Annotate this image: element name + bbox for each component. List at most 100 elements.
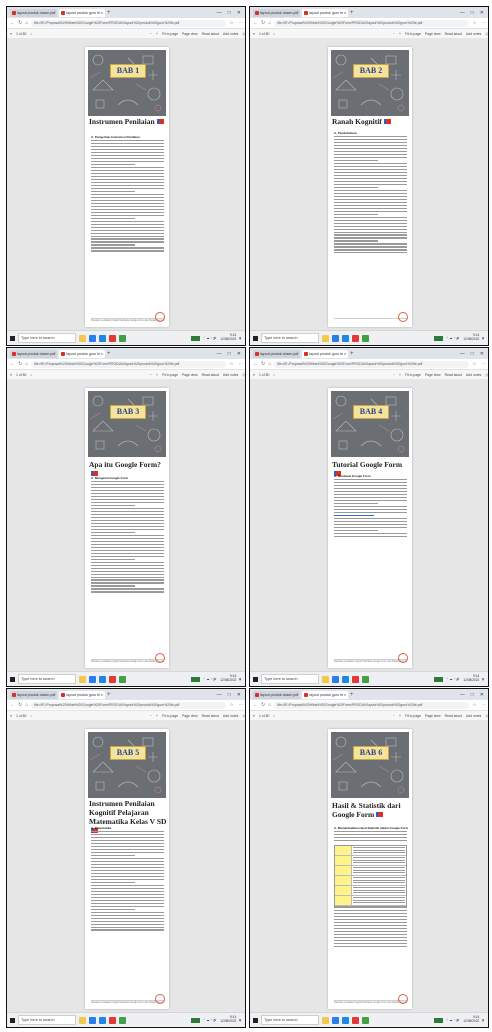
notification-icon[interactable]: ▮ (239, 336, 241, 340)
refresh-icon[interactable]: ↻ (18, 20, 22, 26)
notification-icon[interactable]: ▮ (239, 677, 241, 681)
print-icon[interactable]: ⎙ (242, 714, 245, 718)
tab-pdf-2[interactable]: layout produk guru fe x (59, 690, 105, 699)
page-indicator[interactable]: 1 of 80 (16, 714, 26, 718)
tray-icons[interactable]: ⌃ ☁ ◔ 🔊 (446, 677, 460, 681)
read-aloud-button[interactable]: Read aloud (445, 714, 462, 718)
home-icon[interactable]: ⌂ (25, 20, 28, 26)
app-icon[interactable] (119, 334, 126, 342)
back-icon[interactable]: ← (253, 361, 258, 367)
maximize-button[interactable]: □ (471, 10, 474, 16)
read-aloud-button[interactable]: Read aloud (445, 32, 462, 36)
notification-icon[interactable]: ▮ (482, 677, 484, 681)
fit-page-button[interactable]: Fit to page (405, 373, 421, 377)
chrome-icon[interactable] (352, 334, 359, 342)
add-notes-button[interactable]: Add notes (466, 373, 481, 377)
back-icon[interactable]: ← (10, 20, 15, 26)
tray-icons[interactable]: ⌃ ☁ ◔ 🔊 (446, 1018, 460, 1022)
new-tab-button[interactable]: + (107, 9, 111, 17)
notification-icon[interactable]: ▮ (239, 1018, 241, 1022)
windows-start-icon[interactable] (253, 1017, 258, 1023)
star-icon[interactable]: ☆ (229, 702, 235, 708)
tab-pdf-1[interactable]: layout produk dosen.pdf (10, 690, 58, 699)
taskbar-search-input[interactable]: Type here to search (261, 674, 319, 684)
contents-icon[interactable]: ≡ (253, 32, 255, 36)
add-notes-button[interactable]: Add notes (223, 32, 238, 36)
menu-icon[interactable]: ⋯ (239, 702, 246, 708)
menu-icon[interactable]: ⋯ (482, 20, 489, 26)
home-icon[interactable]: ⌂ (268, 361, 271, 367)
taskbar-clock[interactable]: 9:14 12/08/2022 (220, 675, 236, 682)
refresh-icon[interactable]: ↻ (18, 361, 22, 367)
app-icon[interactable] (362, 1016, 369, 1024)
windows-start-icon[interactable] (253, 335, 258, 341)
home-icon[interactable]: ⌂ (268, 702, 271, 708)
close-button[interactable]: ✕ (480, 351, 484, 357)
add-notes-button[interactable]: Add notes (223, 373, 238, 377)
maximize-button[interactable]: □ (471, 692, 474, 698)
taskbar-search-input[interactable]: Type here to search (18, 674, 76, 684)
tab-pdf-1[interactable]: layout produk dosen.pdf (10, 8, 58, 17)
windows-start-icon[interactable] (10, 1017, 15, 1023)
tray-icons[interactable]: ⌃ ☁ ◔ 🔊 (446, 336, 460, 340)
app-icon[interactable] (119, 675, 126, 683)
word-icon[interactable] (99, 1016, 106, 1024)
windows-start-icon[interactable] (10, 335, 15, 341)
find-icon[interactable]: ⌕ (30, 714, 32, 718)
url-field[interactable]: file:///E:/Proposal%20Hibah%20Google%20F… (31, 701, 227, 709)
close-button[interactable]: ✕ (480, 10, 484, 16)
zoom-out-button[interactable]: − (393, 32, 395, 36)
tab-pdf-2[interactable]: layout produk guru fe x (302, 8, 348, 17)
find-icon[interactable]: ⌕ (273, 32, 275, 36)
add-notes-button[interactable]: Add notes (466, 714, 481, 718)
zoom-in-button[interactable]: + (156, 32, 158, 36)
refresh-icon[interactable]: ↻ (261, 361, 265, 367)
tray-icons[interactable]: ⌃ ☁ ◔ 🔊 (203, 336, 217, 340)
zoom-out-button[interactable]: − (150, 373, 152, 377)
find-icon[interactable]: ⌕ (273, 714, 275, 718)
edge-browser-icon[interactable] (89, 334, 96, 342)
taskbar-search-input[interactable]: Type here to search (261, 333, 319, 343)
fit-page-button[interactable]: Fit to page (162, 32, 178, 36)
refresh-icon[interactable]: ↻ (18, 702, 22, 708)
new-tab-button[interactable]: + (107, 691, 111, 699)
windows-start-icon[interactable] (253, 676, 258, 682)
minimize-button[interactable]: — (217, 10, 222, 16)
pdf-viewer[interactable]: BAB 3 Apa itu Google Form? A. Mengenal G… (7, 380, 245, 672)
zoom-in-button[interactable]: + (399, 373, 401, 377)
fit-page-button[interactable]: Fit to page (405, 714, 421, 718)
find-icon[interactable]: ⌕ (30, 32, 32, 36)
home-icon[interactable]: ⌂ (25, 361, 28, 367)
taskbar-search-input[interactable]: Type here to search (261, 1015, 319, 1025)
taskbar-clock[interactable]: 9:14 12/08/2022 (463, 1016, 479, 1023)
menu-icon[interactable]: ⋯ (482, 361, 489, 367)
star-icon[interactable]: ☆ (472, 702, 478, 708)
close-button[interactable]: ✕ (237, 351, 241, 357)
edge-browser-icon[interactable] (89, 1016, 96, 1024)
edge-browser-icon[interactable] (332, 675, 339, 683)
word-icon[interactable] (342, 1016, 349, 1024)
back-icon[interactable]: ← (253, 702, 258, 708)
word-icon[interactable] (342, 675, 349, 683)
page-view-button[interactable]: Page view (182, 714, 198, 718)
page-indicator[interactable]: 1 of 80 (16, 373, 26, 377)
chrome-icon[interactable] (352, 1016, 359, 1024)
page-view-button[interactable]: Page view (425, 373, 441, 377)
notification-icon[interactable]: ▮ (482, 1018, 484, 1022)
close-button[interactable]: ✕ (480, 692, 484, 698)
star-icon[interactable]: ☆ (229, 20, 235, 26)
fit-page-button[interactable]: Fit to page (405, 32, 421, 36)
app-icon[interactable] (362, 334, 369, 342)
url-field[interactable]: file:///E:/Proposal%20Hibah%20Google%20F… (274, 19, 470, 27)
back-icon[interactable]: ← (253, 20, 258, 26)
minimize-button[interactable]: — (460, 692, 465, 698)
menu-icon[interactable]: ⋯ (482, 702, 489, 708)
tray-app-icon[interactable] (433, 676, 443, 682)
print-icon[interactable]: ⎙ (485, 714, 488, 718)
url-field[interactable]: file:///E:/Proposal%20Hibah%20Google%20F… (274, 701, 470, 709)
close-button[interactable]: ✕ (237, 692, 241, 698)
url-field[interactable]: file:///E:/Proposal%20Hibah%20Google%20F… (274, 360, 470, 368)
tab-pdf-1[interactable]: layout produk dosen.pdf (253, 8, 301, 17)
maximize-button[interactable]: □ (228, 692, 231, 698)
star-icon[interactable]: ☆ (472, 361, 478, 367)
